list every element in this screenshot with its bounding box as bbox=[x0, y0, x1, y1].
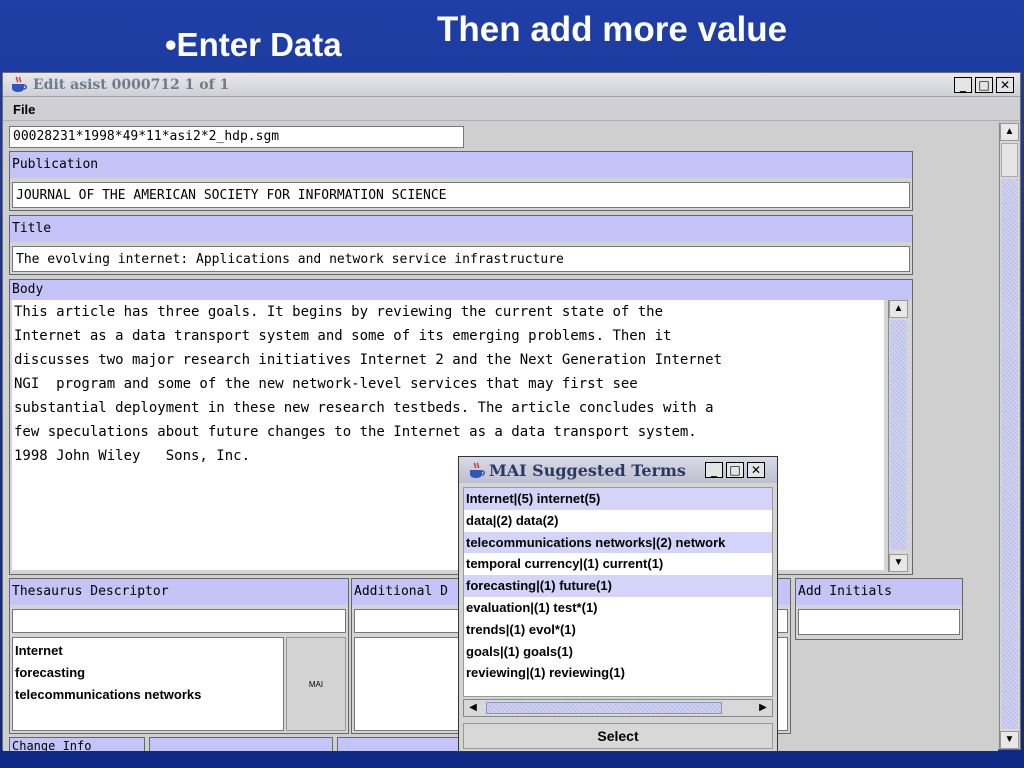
info-panel-2 bbox=[149, 737, 333, 751]
menu-file[interactable]: File bbox=[13, 102, 35, 117]
main-scrollbar[interactable]: ▲ ▼ bbox=[999, 123, 1019, 749]
term-item[interactable]: Internet|(5) internet(5) bbox=[464, 488, 772, 510]
dialog-titlebar[interactable]: MAI Suggested Terms _ □ ✕ bbox=[459, 457, 777, 483]
term-item[interactable]: trends|(1) evol*(1) bbox=[464, 619, 772, 641]
body-scrollbar[interactable]: ▲ ▼ bbox=[888, 300, 908, 572]
info-panel-3-label bbox=[338, 738, 466, 751]
title-panel: Title The evolving internet: Application… bbox=[9, 215, 913, 275]
slide-header: •Enter Data Then add more value bbox=[0, 0, 1024, 70]
term-item[interactable]: evaluation|(1) test*(1) bbox=[464, 597, 772, 619]
arrow-down-icon[interactable]: ▼ bbox=[889, 554, 908, 572]
term-item[interactable]: reviewing|(1) reviewing(1) bbox=[464, 662, 772, 684]
thesaurus-label: Thesaurus Descriptor bbox=[10, 579, 348, 605]
window-titlebar[interactable]: Edit asist 0000712 1 of 1 _ □ ✕ bbox=[3, 73, 1020, 97]
maximize-button[interactable]: □ bbox=[975, 77, 993, 93]
arrow-left-icon[interactable]: ◀ bbox=[464, 700, 482, 716]
arrow-up-icon[interactable]: ▲ bbox=[1000, 123, 1019, 141]
term-item[interactable]: telecommunications networks|(2) network bbox=[464, 531, 772, 554]
term-item[interactable]: forecasting|(1) future(1) bbox=[464, 575, 772, 597]
body-scroll-thumb[interactable] bbox=[890, 320, 907, 550]
terms-scroll-thumb[interactable] bbox=[486, 702, 722, 714]
publication-label: Publication bbox=[10, 152, 912, 178]
term-item[interactable]: data|(2) data(2) bbox=[464, 510, 772, 532]
java-coffee-cup-icon bbox=[470, 462, 485, 478]
list-item[interactable]: telecommunications networks bbox=[15, 684, 281, 706]
suggested-terms-list[interactable]: Internet|(5) internet(5) data|(2) data(2… bbox=[463, 487, 773, 697]
slide-bullet: •Enter Data bbox=[165, 26, 342, 63]
list-item[interactable]: Internet bbox=[15, 640, 281, 662]
java-coffee-cup-icon bbox=[12, 76, 27, 92]
thesaurus-input[interactable] bbox=[12, 609, 346, 633]
terms-horizontal-scrollbar[interactable]: ◀ ▶ bbox=[463, 699, 773, 717]
title-field[interactable]: The evolving internet: Applications and … bbox=[12, 246, 910, 272]
publication-field[interactable]: JOURNAL OF THE AMERICAN SOCIETY FOR INFO… bbox=[12, 182, 910, 208]
menu-bar: File bbox=[3, 97, 1020, 121]
thesaurus-panel: Thesaurus Descriptor Internet forecastin… bbox=[9, 578, 349, 734]
term-item[interactable]: goals|(1) goals(1) bbox=[464, 641, 772, 663]
scroll-gap[interactable] bbox=[1001, 143, 1018, 177]
dialog-close-button[interactable]: ✕ bbox=[747, 462, 765, 478]
info-panel-2-label bbox=[150, 738, 332, 751]
select-button[interactable]: Select bbox=[463, 723, 773, 749]
window-title: Edit asist 0000712 1 of 1 bbox=[33, 77, 230, 93]
change-info-label: Change Info bbox=[10, 738, 144, 751]
mai-suggested-terms-dialog: MAI Suggested Terms _ □ ✕ Internet|(5) i… bbox=[458, 456, 778, 752]
close-button[interactable]: ✕ bbox=[996, 77, 1014, 93]
arrow-right-icon[interactable]: ▶ bbox=[754, 700, 772, 716]
title-label: Title bbox=[10, 216, 912, 242]
change-info-panel: Change Info bbox=[9, 737, 145, 751]
main-scroll-thumb[interactable] bbox=[1001, 179, 1018, 729]
mai-button[interactable]: MAI bbox=[286, 637, 346, 731]
initials-input[interactable] bbox=[798, 609, 960, 635]
list-item[interactable]: forecasting bbox=[15, 662, 281, 684]
dialog-minimize-button[interactable]: _ bbox=[705, 462, 723, 478]
info-panel-3 bbox=[337, 737, 467, 751]
initials-label: Add Initials bbox=[796, 579, 962, 605]
dialog-title: MAI Suggested Terms bbox=[489, 461, 686, 480]
initials-panel: Add Initials bbox=[795, 578, 963, 640]
slide-heading: Then add more value bbox=[437, 10, 788, 49]
arrow-down-icon[interactable]: ▼ bbox=[1000, 731, 1019, 749]
body-label: Body bbox=[10, 280, 912, 300]
record-id-field[interactable]: 00028231*1998*49*11*asi2*2_hdp.sgm bbox=[9, 126, 464, 148]
arrow-up-icon[interactable]: ▲ bbox=[889, 300, 908, 318]
publication-panel: Publication JOURNAL OF THE AMERICAN SOCI… bbox=[9, 151, 913, 211]
term-item[interactable]: temporal currency|(1) current(1) bbox=[464, 553, 772, 575]
thesaurus-list[interactable]: Internet forecasting telecommunications … bbox=[12, 637, 284, 731]
dialog-maximize-button[interactable]: □ bbox=[726, 462, 744, 478]
minimize-button[interactable]: _ bbox=[954, 77, 972, 93]
